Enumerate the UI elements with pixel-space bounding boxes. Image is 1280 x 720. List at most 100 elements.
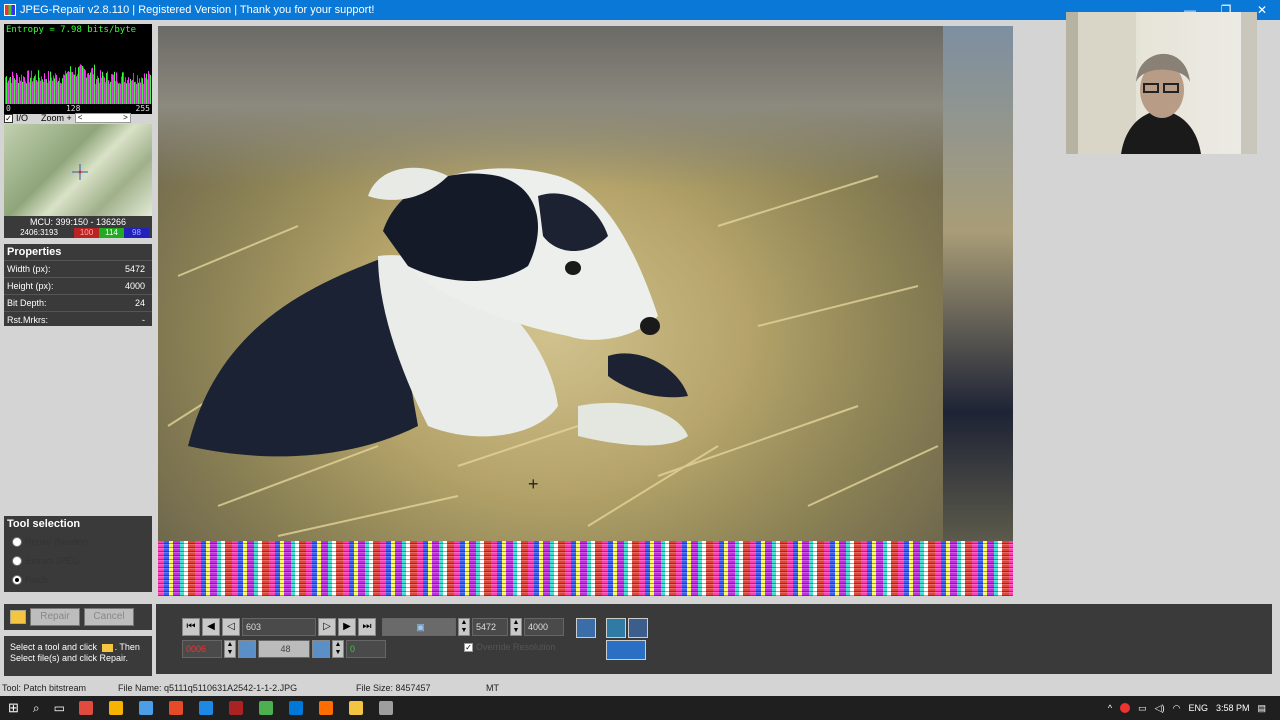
step-back-button[interactable]: ◁ [222, 618, 240, 636]
open-folder-icon[interactable] [10, 610, 26, 624]
volume-icon[interactable]: ◁) [1155, 703, 1165, 714]
override-checkbox[interactable]: ✓ [464, 642, 473, 652]
zoom-preview[interactable] [4, 124, 152, 216]
histogram-bar [91, 68, 92, 104]
windows-start-icon[interactable]: ⊞ [8, 700, 19, 716]
zoom-left-arrow[interactable]: < [78, 114, 83, 122]
system-tray: ^ ▭ ◁) ◠ ENG 3:58 PM ▤ [1108, 696, 1280, 720]
tool-selection-header: Tool selection [7, 518, 81, 530]
histogram-bar [34, 76, 35, 104]
language-label[interactable]: ENG [1188, 703, 1208, 713]
status-filesize: File Size: 8457457 [356, 683, 431, 693]
repair-button[interactable]: Repair [30, 608, 80, 626]
histogram-bar [42, 79, 43, 104]
histogram-bar [19, 77, 20, 104]
histogram-bar [14, 78, 15, 104]
histogram-bar [30, 77, 31, 104]
tool-option-patch[interactable]: Patch [4, 570, 152, 589]
clock[interactable]: 3:58 PM [1216, 703, 1250, 713]
width-field[interactable]: 5472 [472, 618, 508, 636]
taskbar-app-icon[interactable] [108, 701, 123, 715]
histogram-bar [26, 83, 27, 104]
prev-button[interactable]: ◀ [202, 618, 220, 636]
histogram-bar [95, 83, 96, 104]
wifi-icon[interactable]: ◠ [1173, 703, 1181, 714]
histogram-bar [150, 75, 151, 104]
histogram-bar [96, 78, 97, 104]
slider-field[interactable]: 48 [258, 640, 310, 658]
next-button[interactable]: ▶ [338, 618, 356, 636]
green-offset-field[interactable]: 0 [346, 640, 386, 658]
image-viewer[interactable]: + [158, 26, 1013, 596]
radio-extract-jpeg[interactable] [12, 555, 22, 566]
taskbar-app-icon[interactable] [348, 701, 363, 715]
taskbar-app-icon[interactable] [168, 701, 183, 715]
histogram-bar [128, 77, 129, 104]
record-icon[interactable] [1120, 703, 1131, 713]
histogram-bar [136, 83, 137, 104]
task-view-icon[interactable]: ▭ [54, 701, 65, 715]
refresh-icon[interactable] [238, 640, 256, 658]
height-field[interactable]: 4000 [524, 618, 564, 636]
override-resolution[interactable]: ✓ Override Resolution [464, 642, 556, 652]
last-button[interactable]: ⏭ [358, 618, 376, 636]
zoom-slider[interactable]: < > [74, 113, 131, 123]
transform-icon[interactable] [628, 618, 648, 638]
notification-icon[interactable]: ▤ [1257, 703, 1266, 714]
offset-field[interactable]: 603 [242, 618, 316, 636]
cancel-button[interactable]: Cancel [84, 608, 134, 626]
histogram-bar [52, 80, 53, 104]
chevron-up-icon[interactable]: ^ [1108, 703, 1112, 713]
histogram-bar [120, 83, 121, 104]
taskbar-app-icon[interactable] [198, 701, 213, 715]
green-spinner[interactable]: ▲ ▼ [332, 640, 344, 658]
histogram-bar [17, 74, 18, 104]
histogram-bar [74, 74, 75, 104]
pixel-position: 2406:3193 [20, 228, 58, 237]
histogram-bar [21, 74, 22, 104]
crosshair-icon [72, 164, 88, 180]
taskbar-app-icon[interactable] [78, 701, 93, 715]
zoom-right-arrow[interactable]: > [123, 114, 128, 122]
histogram-bar [63, 74, 64, 104]
taskbar-app-icon[interactable] [228, 701, 243, 715]
step-forward-button[interactable]: ▷ [318, 618, 336, 636]
histogram-bar [75, 67, 76, 104]
taskbar-app-icon[interactable] [288, 701, 303, 715]
red-offset-field[interactable]: 0006 [182, 640, 222, 658]
hint-line1b: . Then [114, 642, 140, 652]
height-spinner[interactable]: ▲ ▼ [510, 618, 522, 636]
taskbar-app-icon[interactable] [138, 701, 153, 715]
histogram-bar [49, 80, 50, 104]
taskbar-app-icon[interactable] [258, 701, 273, 715]
tool-option-extract-jpeg[interactable]: Extract JPEG [4, 551, 152, 570]
green-value: 114 [99, 228, 124, 238]
window-title: JPEG-Repair v2.8.110 | Registered Versio… [20, 4, 375, 16]
histogram-bar [15, 80, 16, 104]
first-button[interactable]: ⏮ [182, 618, 200, 636]
io-checkbox[interactable]: ✓ [4, 113, 13, 123]
histogram-bar [12, 71, 13, 104]
width-spinner[interactable]: ▲ ▼ [458, 618, 470, 636]
taskbar-app-icon[interactable] [318, 701, 333, 715]
image-tool-icon[interactable] [606, 618, 626, 638]
network-icon[interactable]: ▭ [1138, 703, 1147, 714]
red-spinner[interactable]: ▲ ▼ [224, 640, 236, 658]
stop-icon[interactable] [576, 618, 596, 638]
histogram-bar [78, 67, 79, 104]
histogram-bar [23, 76, 24, 104]
histogram-bar [102, 71, 103, 104]
properties-panel: Properties Width (px): 5472 Height (px):… [4, 244, 152, 326]
radio-repair-header[interactable] [12, 536, 22, 547]
save-icon[interactable] [606, 640, 646, 660]
radio-patch[interactable] [12, 574, 22, 585]
taskbar-app-icon[interactable] [378, 701, 393, 715]
search-icon[interactable]: ⌕ [33, 701, 40, 716]
histogram-bar [25, 81, 26, 104]
tool-option-repair-header[interactable]: Repair (header) [4, 532, 152, 551]
histogram-bar [89, 74, 90, 104]
refresh-icon-2[interactable] [312, 640, 330, 658]
histogram-bar [20, 80, 21, 104]
histogram-bar [38, 70, 39, 104]
image-button[interactable]: ▣ [382, 618, 456, 636]
